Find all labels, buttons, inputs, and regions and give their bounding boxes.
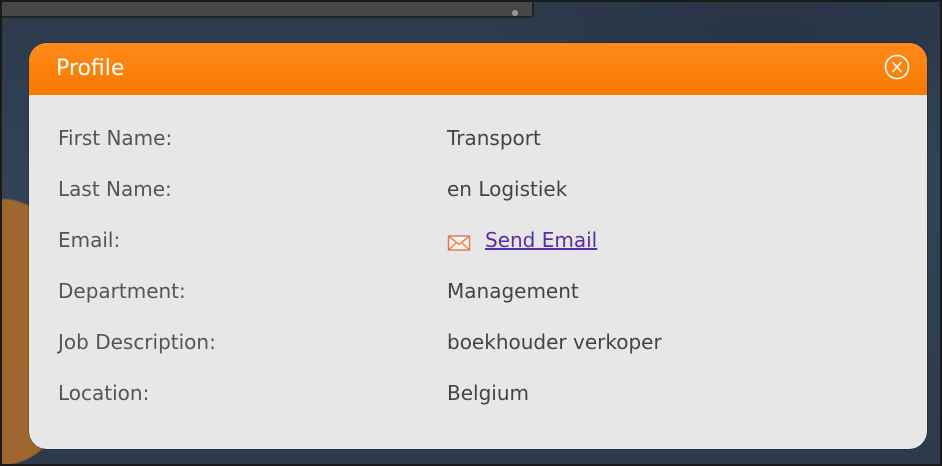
field-value: Transport [447, 126, 541, 150]
field-label: First Name: [58, 126, 173, 150]
field-label: Location: [58, 381, 150, 405]
field-label: Job Description: [58, 330, 216, 354]
background-toolbar [2, 2, 534, 18]
field-label: Email: [58, 228, 121, 252]
screen-frame: Profile First Name: Transport Last Name:… [0, 0, 942, 466]
field-row-department: Department: Management [58, 278, 898, 329]
envelope-icon[interactable] [447, 234, 471, 252]
field-row-location: Location: Belgium [58, 380, 898, 431]
close-circle-x-icon [884, 54, 910, 80]
email-value: Send Email [447, 227, 597, 258]
toolbar-handle [512, 10, 518, 16]
close-button[interactable] [883, 53, 911, 81]
field-row-email: Email: Send Email [58, 227, 898, 278]
field-value: en Logistiek [447, 177, 568, 201]
profile-dialog: Profile First Name: Transport Last Name:… [29, 43, 927, 449]
profile-fields: First Name: Transport Last Name: en Logi… [58, 125, 898, 431]
field-value: Management [447, 279, 579, 303]
field-row-job-description: Job Description: boekhouder verkoper [58, 329, 898, 380]
field-row-last-name: Last Name: en Logistiek [58, 176, 898, 227]
send-email-link[interactable]: Send Email [447, 227, 597, 253]
send-email-text[interactable]: Send Email [485, 227, 597, 253]
field-row-first-name: First Name: Transport [58, 125, 898, 176]
dialog-title: Profile [56, 56, 125, 81]
field-label: Department: [58, 279, 186, 303]
field-value: Belgium [447, 381, 529, 405]
field-label: Last Name: [58, 177, 172, 201]
field-value: boekhouder verkoper [447, 330, 662, 354]
dialog-header: Profile [29, 43, 927, 95]
